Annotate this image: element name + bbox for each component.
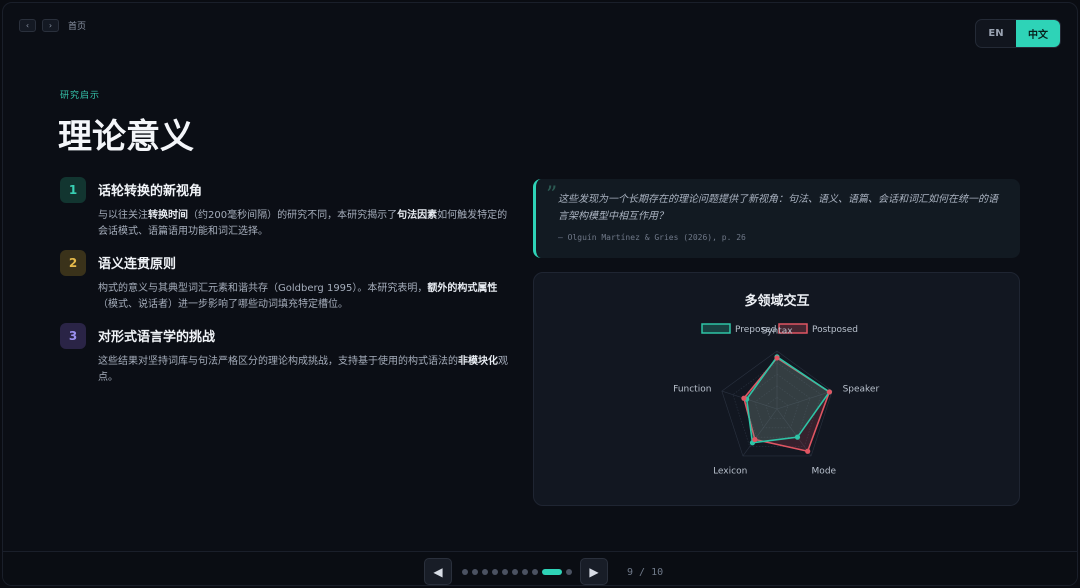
body-text: 构式的意义与其典型词汇元素和谐共存（Goldberg 1995）。本研究表明，	[98, 283, 428, 294]
body-text: 与以往关注	[98, 210, 148, 221]
next-small-button[interactable]: ›	[42, 19, 59, 32]
prev-small-button[interactable]: ‹	[19, 19, 36, 32]
top-navigation: ‹ › 首页	[19, 19, 86, 32]
pagination-dot[interactable]	[522, 569, 528, 575]
emphasis-text: 额外的构式属性	[427, 283, 498, 294]
lang-zh-button[interactable]: 中文	[1016, 20, 1060, 47]
chart-title: 多领域交互	[744, 293, 809, 309]
points-list: 1 话轮转换的新视角 与以往关注转换时间（约200毫秒间隔）的研究不同，本研究揭…	[60, 177, 515, 396]
page-counter: 9 / 10	[627, 567, 664, 578]
pagination-dot-active[interactable]	[542, 569, 562, 575]
point-item: 1 话轮转换的新视角 与以往关注转换时间（约200毫秒间隔）的研究不同，本研究揭…	[60, 177, 515, 240]
series-point	[774, 355, 780, 361]
home-link[interactable]: 首页	[68, 19, 86, 32]
series-point	[794, 434, 801, 440]
next-slide-button[interactable]: ▶	[580, 558, 608, 585]
body-text: （模式、说话者）进一步影响了哪些动词填充特定槽位。	[98, 299, 348, 310]
page-title: 理论意义	[58, 117, 194, 157]
axis-label: Mode	[812, 467, 837, 477]
point-item: 2 语义连贯原则 构式的意义与其典型词汇元素和谐共存（Goldberg 1995…	[60, 250, 515, 313]
point-body: 构式的意义与其典型词汇元素和谐共存（Goldberg 1995）。本研究表明，额…	[98, 281, 515, 313]
body-text: 这些结果对坚持词库与句法严格区分的理论构成挑战，支持基于使用的构式语法的	[98, 356, 458, 367]
point-heading: 话轮转换的新视角	[98, 184, 203, 199]
legend-swatch	[701, 323, 731, 334]
point-number-badge: 1	[60, 177, 86, 203]
quote-text: 这些发现为一个长期存在的理论问题提供了新视角：句法、语义、语篇、会话和词汇如何在…	[558, 194, 998, 222]
language-toggle: EN 中文	[975, 19, 1061, 48]
slide-frame: ‹ › 首页 EN 中文 研究启示 理论意义 1 话轮转换的新视角 与以往关注转…	[2, 2, 1078, 586]
radar-chart-card: 多领域交互 Preposed Postposed Syntax Speaker Mode L…	[533, 272, 1020, 506]
point-heading: 语义连贯原则	[98, 257, 177, 272]
pagination-dot[interactable]	[512, 569, 518, 575]
legend-label: Postposed	[812, 325, 858, 335]
pagination-dots	[462, 569, 572, 575]
series-area	[745, 355, 831, 444]
pagination-dot[interactable]	[502, 569, 508, 575]
point-body: 这些结果对坚持词库与句法严格区分的理论构成挑战，支持基于使用的构式语法的非模块化…	[98, 354, 515, 386]
point-number-badge: 2	[60, 250, 86, 276]
pagination-dot[interactable]	[482, 569, 488, 575]
point-heading: 对形式语言学的挑战	[98, 330, 216, 345]
prev-slide-button[interactable]: ◀	[424, 558, 452, 585]
series-point	[741, 395, 747, 401]
series-point	[752, 436, 758, 443]
emphasis-text: 转换时间	[148, 210, 188, 221]
axis-label: Lexicon	[713, 467, 747, 477]
point-item: 3 对形式语言学的挑战 这些结果对坚持词库与句法严格区分的理论构成挑战，支持基于…	[60, 323, 515, 386]
quote-card: ” 这些发现为一个长期存在的理论问题提供了新视角：句法、语义、语篇、会话和词汇如…	[533, 179, 1020, 258]
pagination-dot[interactable]	[492, 569, 498, 575]
pagination-dot[interactable]	[472, 569, 478, 575]
quote-citation: — Olguín Martínez & Gries (2026), p. 26	[558, 233, 746, 242]
lang-en-button[interactable]: EN	[976, 20, 1016, 47]
series-point	[826, 389, 833, 395]
pagination-dot[interactable]	[566, 569, 572, 575]
point-number-badge: 3	[60, 323, 86, 349]
point-body: 与以往关注转换时间（约200毫秒间隔）的研究不同，本研究揭示了句法因素如何触发特…	[98, 208, 515, 240]
radar-chart: 多领域交互Preposed PostposedSyntaxSpeakerModeL…	[673, 293, 880, 477]
axis-label: Speaker	[843, 385, 880, 395]
axis-label: Function	[673, 385, 711, 395]
quote-mark-icon: ”	[546, 183, 558, 208]
bottom-bar: ◀ ▶ 9 / 10	[3, 551, 1077, 585]
axis-label: Syntax	[761, 326, 793, 336]
section-kicker: 研究启示	[60, 91, 101, 101]
body-text: （约200毫秒间隔）的研究不同，本研究揭示了	[188, 210, 398, 221]
emphasis-text: 句法因素	[397, 210, 438, 221]
series-point	[805, 448, 811, 454]
pagination-dot[interactable]	[462, 569, 468, 575]
pagination-dot[interactable]	[532, 569, 538, 575]
emphasis-text: 非模块化	[458, 356, 498, 367]
